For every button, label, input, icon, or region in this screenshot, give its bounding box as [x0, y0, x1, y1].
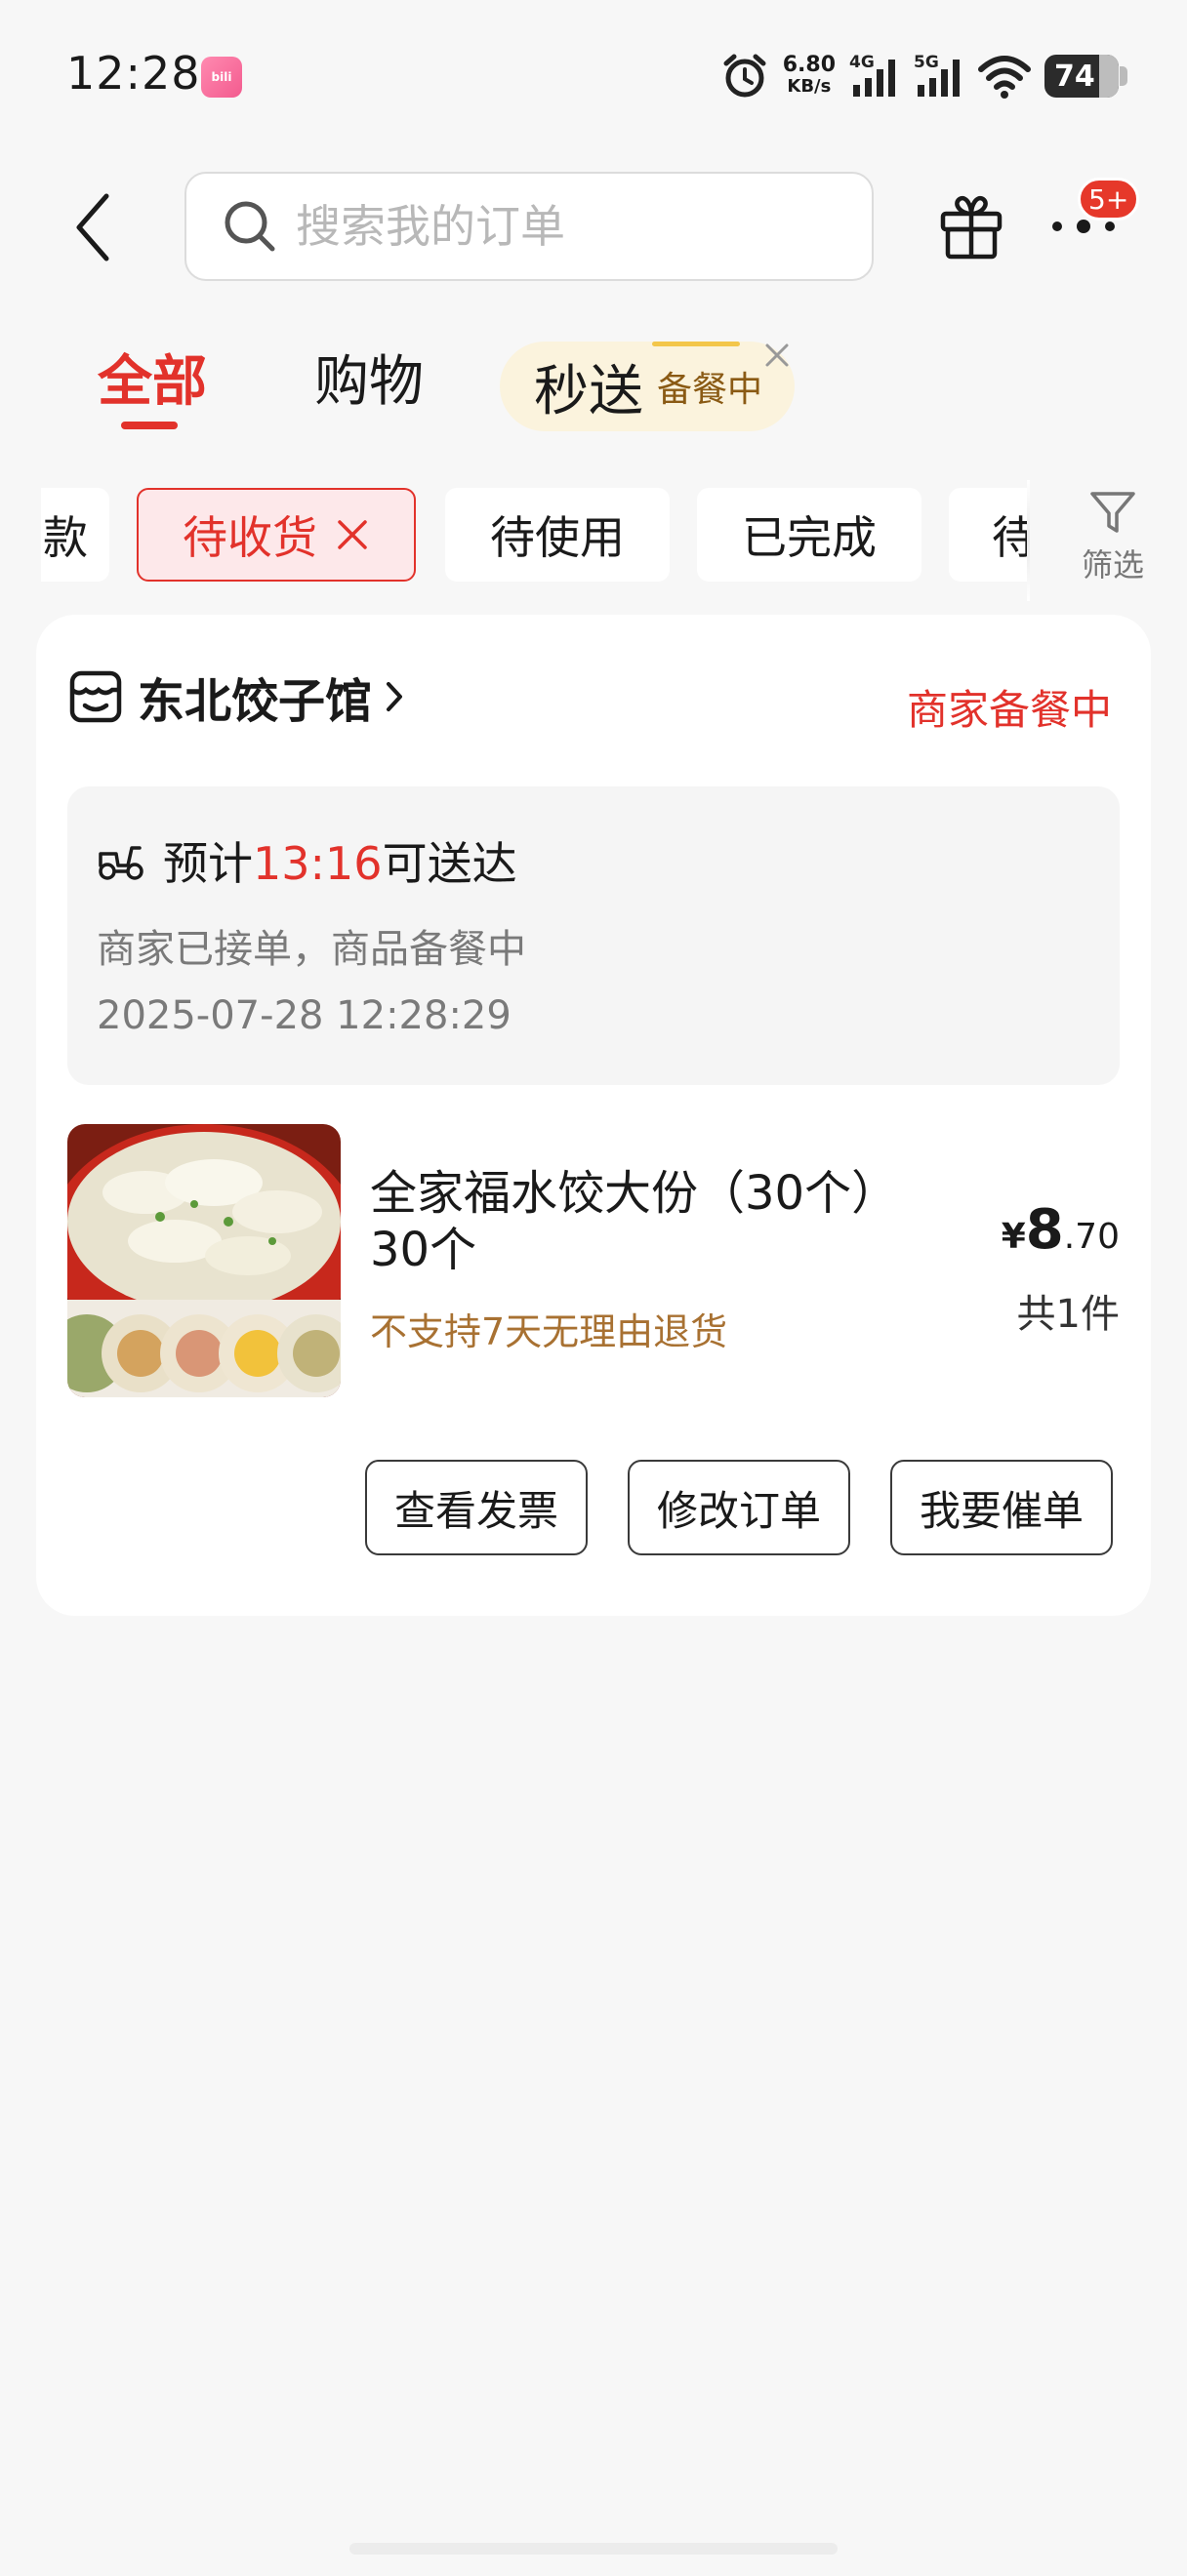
- product-image[interactable]: [67, 1124, 341, 1397]
- status-icons: 6.80 KB/s 4G 5G 74: [720, 49, 1127, 103]
- alarm-icon: [723, 54, 766, 98]
- chevron-right-icon: [384, 679, 405, 714]
- view-invoice-button[interactable]: 查看发票: [365, 1460, 588, 1555]
- search-input[interactable]: [296, 200, 842, 253]
- order-status: 商家备餐中: [906, 686, 1112, 734]
- chip-clear-button[interactable]: [335, 517, 370, 552]
- chip-partial-left[interactable]: 款: [41, 488, 109, 582]
- price-integer: 8: [1025, 1198, 1064, 1262]
- eta-prefix: 预计: [163, 837, 253, 890]
- product-name[interactable]: 全家福水饺大份（30个）30个: [370, 1165, 956, 1278]
- price-decimal: .70: [1063, 1217, 1120, 1257]
- funnel-icon: [1090, 492, 1135, 533]
- eta-suffix: 可送达: [382, 837, 517, 890]
- tab-miaosong[interactable]: 秒送 备餐中: [500, 342, 795, 431]
- scooter-icon: [99, 846, 143, 880]
- bilibili-app-icon: bili: [201, 57, 242, 98]
- status-filter-chips: 款 待收货 待使用 已完成 待: [41, 486, 1029, 584]
- chip-completed-label: 已完成: [742, 511, 877, 564]
- back-button[interactable]: [59, 183, 127, 271]
- gift-icon: [940, 195, 1003, 260]
- net-speed: 6.80 KB/s: [783, 55, 836, 98]
- chip-to-use[interactable]: 待使用: [445, 488, 670, 582]
- net-speed-value: 6.80: [782, 53, 836, 77]
- search-icon: [225, 201, 275, 252]
- battery-level: 74: [1054, 59, 1095, 94]
- shop-name: 东北饺子馆: [138, 674, 373, 729]
- chip-partial-left-label: 款: [43, 511, 88, 564]
- item-quantity: 共1件: [1016, 1292, 1120, 1337]
- status-time: 12:28: [66, 47, 201, 100]
- status-bar: 12:28 bili 6.80 KB/s 4G 5G 74: [0, 0, 1187, 146]
- tab-miaosong-label: 秒送: [534, 359, 643, 423]
- close-icon: [338, 520, 367, 549]
- tab-all[interactable]: 全部: [98, 343, 207, 422]
- battery-indicator: 74: [1044, 55, 1127, 98]
- tab-miaosong-status: 备餐中: [657, 370, 763, 410]
- gift-button[interactable]: [932, 187, 1010, 265]
- tab-miaosong-highlight: [652, 342, 740, 346]
- chip-pending-receipt[interactable]: 待收货: [137, 488, 416, 582]
- store-icon: [69, 670, 122, 723]
- wifi-icon: [978, 56, 1031, 99]
- net-speed-unit: KB/s: [787, 76, 832, 97]
- order-card[interactable]: 东北饺子馆 商家备餐中 预计13:16可送达 商家已接单，商品备餐中 2025-…: [36, 615, 1151, 1616]
- signal-4g-label: 4G: [849, 53, 875, 72]
- tab-active-indicator: [121, 422, 178, 429]
- price-symbol: ¥: [1001, 1217, 1026, 1257]
- signal-4g-icon: 4G: [849, 53, 895, 97]
- notification-badge: 5+: [1078, 178, 1140, 221]
- eta-row: 预计13:16可送达: [97, 831, 517, 890]
- delivery-info[interactable]: 预计13:16可送达 商家已接单，商品备餐中 2025-07-28 12:28:…: [67, 786, 1120, 1085]
- eta-time: 13:16: [253, 837, 383, 890]
- chip-to-use-label: 待使用: [490, 511, 625, 564]
- filter-label: 筛选: [1081, 546, 1144, 584]
- order-list-page: 12:28 bili 6.80 KB/s 4G 5G 74 搜索我的订单 5+ …: [0, 0, 1187, 2576]
- signal-5g-icon: 5G: [914, 53, 960, 97]
- chip-partial-right[interactable]: 待: [949, 488, 1029, 582]
- tab-miaosong-close-button[interactable]: [757, 336, 797, 375]
- chip-partial-right-label: 待: [992, 511, 1029, 564]
- close-icon: [765, 343, 789, 367]
- chevron-left-icon: [76, 193, 109, 262]
- order-datetime: 2025-07-28 12:28:29: [97, 993, 512, 1038]
- urge-order-button[interactable]: 我要催单: [890, 1460, 1113, 1555]
- filter-button[interactable]: 筛选: [1070, 488, 1156, 595]
- filter-divider: [1027, 480, 1030, 601]
- product-price: ¥8.70: [1002, 1198, 1120, 1262]
- shop-header[interactable]: 东北饺子馆: [69, 665, 405, 729]
- modify-order-button[interactable]: 修改订单: [628, 1460, 850, 1555]
- tab-shopping[interactable]: 购物: [314, 343, 424, 422]
- home-indicator[interactable]: [349, 2543, 838, 2555]
- return-policy: 不支持7天无理由退货: [370, 1310, 728, 1353]
- delivery-message: 商家已接单，商品备餐中: [97, 927, 526, 972]
- signal-5g-label: 5G: [914, 53, 939, 72]
- eta-text: 预计13:16可送达: [163, 828, 517, 893]
- chip-pending-receipt-label: 待收货: [183, 511, 317, 564]
- chip-completed[interactable]: 已完成: [697, 488, 921, 582]
- search-bar[interactable]: [184, 172, 874, 281]
